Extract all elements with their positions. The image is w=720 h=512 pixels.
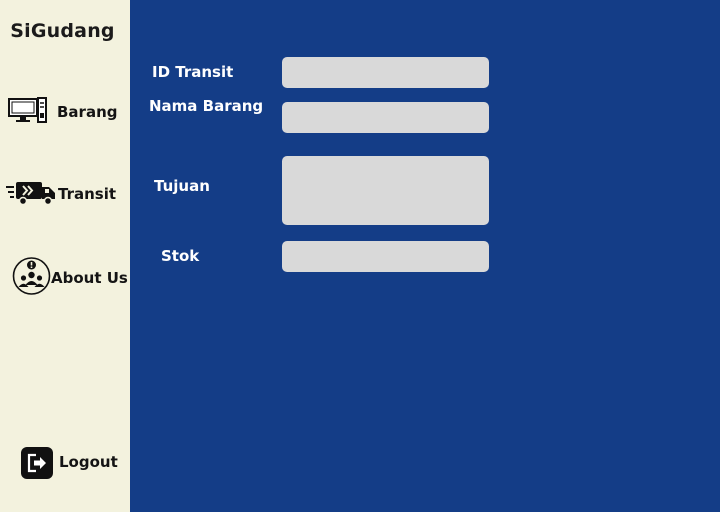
sidebar-item-barang[interactable]: Barang — [0, 93, 130, 133]
id-transit-label: ID Transit — [152, 63, 234, 81]
delivery-truck-icon — [5, 180, 57, 210]
sidebar-item-about-us[interactable]: About Us — [0, 256, 130, 296]
computer-icon — [8, 97, 48, 129]
sidebar-item-logout[interactable]: Logout — [0, 444, 130, 484]
stok-input[interactable] — [282, 241, 489, 272]
tujuan-label: Tujuan — [154, 177, 210, 195]
tujuan-textarea[interactable] — [282, 156, 489, 225]
transit-form: ID Transit Nama Barang Tujuan Stok — [130, 0, 720, 512]
stok-label: Stok — [161, 247, 200, 265]
sidebar-item-label: Transit — [58, 185, 117, 203]
team-info-icon — [12, 256, 52, 300]
sidebar-item-label: About Us — [51, 269, 128, 287]
nama-barang-input[interactable] — [282, 102, 489, 133]
app-title: SiGudang — [10, 20, 115, 42]
sidebar: SiGudang Barang Transit About Us Logout — [0, 0, 130, 512]
logout-icon — [20, 447, 54, 483]
id-transit-input[interactable] — [282, 57, 489, 88]
nama-barang-label: Nama Barang — [149, 97, 264, 115]
sidebar-item-label: Barang — [57, 103, 118, 121]
sidebar-item-label: Logout — [59, 453, 118, 471]
sidebar-item-transit[interactable]: Transit — [0, 174, 130, 214]
